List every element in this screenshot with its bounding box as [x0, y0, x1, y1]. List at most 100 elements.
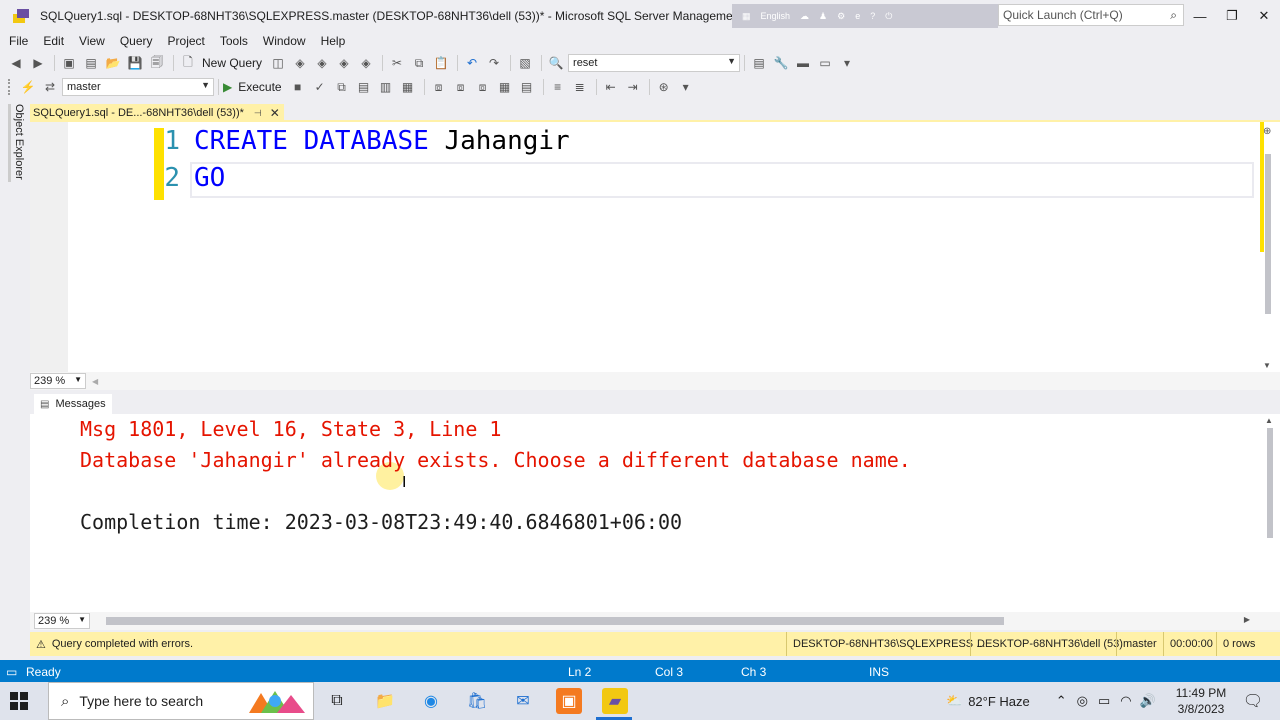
windows-start-icon[interactable]	[10, 692, 28, 710]
chevron-down-icon[interactable]: ▼	[78, 615, 86, 624]
menu-tools[interactable]: Tools	[215, 34, 254, 48]
notifications-icon[interactable]: 🗨	[1240, 688, 1266, 714]
scroll-thumb[interactable]	[1267, 428, 1273, 538]
increase-indent-icon[interactable]: ⇥	[623, 77, 643, 97]
tab-messages[interactable]: ▤ Messages	[34, 394, 112, 414]
open-file-icon[interactable]: 📂	[103, 53, 123, 73]
menu-view[interactable]: View	[74, 34, 111, 48]
menu-file[interactable]: File	[4, 34, 34, 48]
activity-monitor-icon[interactable]: ▧	[515, 53, 535, 73]
find-combo[interactable]: reset ▼	[568, 54, 741, 72]
query-options-icon[interactable]: ▤	[354, 77, 374, 97]
command-window-icon[interactable]: ▭	[815, 53, 835, 73]
meet-now-icon[interactable]: ◎	[1077, 693, 1088, 709]
forward-icon[interactable]: ▶	[28, 53, 48, 73]
toolbar-options-icon[interactable]: ▾	[837, 53, 857, 73]
close-icon[interactable]: ✕	[270, 106, 280, 120]
language-label[interactable]: English	[761, 11, 791, 21]
paste-icon[interactable]: 📋	[431, 53, 451, 73]
person-icon[interactable]: ♟	[819, 11, 827, 22]
search-icon[interactable]: ⌕	[1170, 8, 1177, 23]
results-to-grid-icon[interactable]: ▦	[495, 77, 515, 97]
back-icon[interactable]: ◀	[6, 53, 26, 73]
ssms-taskbar-icon[interactable]: ▰	[602, 688, 628, 714]
chevron-down-icon[interactable]: ▼	[74, 375, 82, 384]
live-stats-icon[interactable]: ⧈	[451, 77, 471, 97]
results-to-text-icon[interactable]: ▥	[376, 77, 396, 97]
edge-browser-icon[interactable]: ◉	[418, 688, 444, 714]
client-stats-icon[interactable]: ⧈	[473, 77, 493, 97]
dmx-query-icon[interactable]: ◈	[312, 53, 332, 73]
connect-icon[interactable]: ⚡	[18, 77, 38, 97]
cancel-query-icon[interactable]: ■	[288, 77, 308, 97]
chevron-down-icon[interactable]: ▼	[727, 56, 736, 66]
messages-pane[interactable]: Msg 1801, Level 16, State 3, Line 1 Data…	[30, 414, 1280, 612]
mdx-query-icon[interactable]: ◈	[290, 53, 310, 73]
redo-icon[interactable]: ↷	[484, 53, 504, 73]
pin-icon[interactable]: ⊣	[254, 108, 262, 119]
editor-zoom-combo[interactable]: 239 % ▼	[30, 373, 86, 389]
task-view-icon[interactable]: ⧉	[324, 688, 350, 714]
split-icon[interactable]: ⊕	[1263, 126, 1271, 137]
menu-project[interactable]: Project	[163, 34, 211, 48]
save-all-icon[interactable]: 🗐	[147, 53, 167, 73]
xmla-query-icon[interactable]: ◈	[334, 53, 354, 73]
close-window-button[interactable]: ✕	[1248, 0, 1280, 32]
taskbar-search-box[interactable]: ⌕ Type here to search	[48, 682, 314, 720]
save-icon[interactable]: 💾	[125, 53, 145, 73]
properties-icon[interactable]: ▤	[749, 53, 769, 73]
specify-values-icon[interactable]: ⊛	[654, 77, 674, 97]
estimated-plan-icon[interactable]: ⧉	[332, 77, 352, 97]
uncomment-icon[interactable]: ≣	[570, 77, 590, 97]
find-in-files-icon[interactable]: 🔍	[546, 53, 566, 73]
new-query-button[interactable]: New Query	[202, 56, 262, 70]
cloud-icon[interactable]: ☁	[800, 11, 809, 22]
store-icon[interactable]: 🛍	[464, 688, 490, 714]
network-icon[interactable]: ◠	[1120, 693, 1131, 709]
undo-icon[interactable]: ↶	[462, 53, 482, 73]
editor-vertical-scrollbar[interactable]: ⊕ ▼	[1258, 122, 1280, 372]
scroll-thumb[interactable]	[1265, 154, 1271, 314]
power-icon[interactable]: ⏻	[885, 11, 892, 22]
comment-icon[interactable]: ≡	[548, 77, 568, 97]
execute-icon[interactable]: ▶	[223, 80, 232, 94]
scroll-up-icon[interactable]: ▲	[1265, 416, 1273, 425]
results-zoom-combo[interactable]: 239 % ▼	[34, 613, 90, 629]
toolbar-options-icon[interactable]: ▾	[676, 77, 696, 97]
taskbar-clock[interactable]: 11:49 PM 3/8/2023	[1170, 685, 1232, 717]
dax-query-icon[interactable]: ◈	[356, 53, 376, 73]
menu-query[interactable]: Query	[115, 34, 159, 48]
copy-icon[interactable]: ⧉	[409, 53, 429, 73]
object-explorer-tab[interactable]: Object Explorer	[8, 104, 25, 182]
quick-launch-input[interactable]: Quick Launch (Ctrl+Q) ⌕	[998, 4, 1184, 26]
volume-icon[interactable]: 🔊	[1140, 693, 1156, 709]
battery-icon[interactable]: ▭	[1098, 693, 1110, 709]
decrease-indent-icon[interactable]: ⇤	[601, 77, 621, 97]
edge-icon[interactable]: e	[855, 11, 860, 21]
help-icon[interactable]: ?	[870, 11, 875, 21]
new-project-icon[interactable]: ▣	[59, 53, 79, 73]
parse-icon[interactable]: ✓	[310, 77, 330, 97]
weather-text[interactable]: 82°F Haze	[968, 694, 1030, 709]
tab-sqlquery1[interactable]: SQLQuery1.sql - DE...-68NHT36\dell (53))…	[30, 104, 284, 122]
code-line[interactable]: CREATE DATABASE Jahangir	[194, 126, 570, 156]
toolbox-icon[interactable]: ▬	[793, 53, 813, 73]
scroll-right-icon[interactable]: ▶	[1244, 615, 1250, 624]
grid-icon[interactable]: ▦	[742, 11, 751, 22]
chevron-down-icon[interactable]: ▼	[201, 80, 210, 90]
change-connection-icon[interactable]: ⇄	[40, 77, 60, 97]
intellisense-icon[interactable]: ▦	[398, 77, 418, 97]
wrench-icon[interactable]: 🔧	[771, 53, 791, 73]
add-item-icon[interactable]: ▤	[81, 53, 101, 73]
database-combo[interactable]: master ▼	[62, 78, 214, 96]
gear-icon[interactable]: ⚙	[837, 11, 845, 22]
toolbar-grip[interactable]	[8, 79, 12, 95]
weather-icon[interactable]: ⛅	[946, 693, 962, 709]
code-line[interactable]: GO	[194, 163, 225, 193]
results-to-file-icon[interactable]: ▤	[517, 77, 537, 97]
app-icon[interactable]: ▣	[556, 688, 582, 714]
cut-icon[interactable]: ✂	[387, 53, 407, 73]
include-plan-icon[interactable]: ⧈	[429, 77, 449, 97]
scroll-left-icon[interactable]: ◀	[92, 377, 98, 386]
new-query-icon[interactable]: 🗋	[178, 53, 198, 73]
